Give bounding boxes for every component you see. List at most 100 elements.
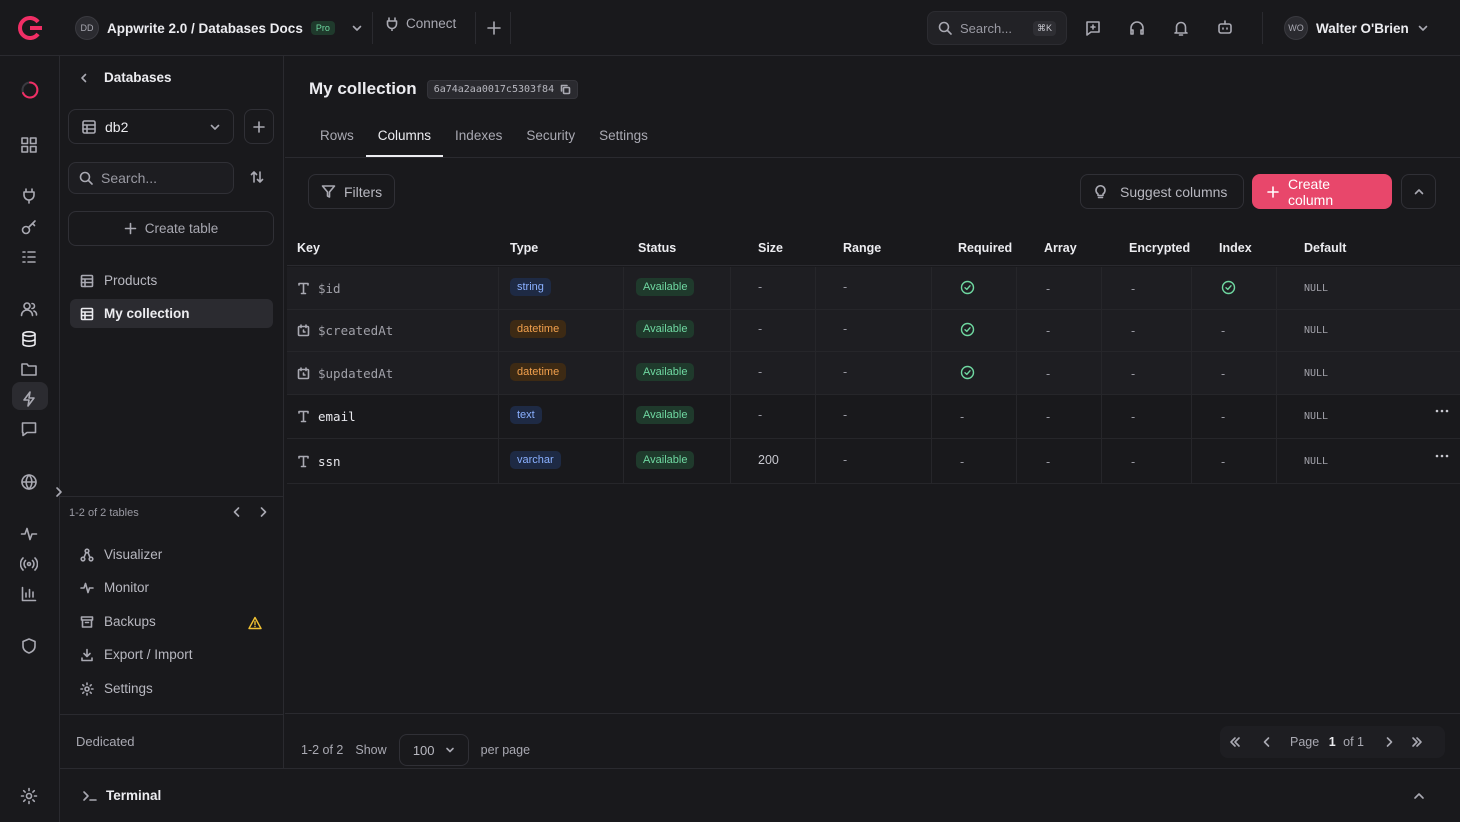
notifications-bell-icon[interactable] bbox=[1172, 19, 1190, 37]
required-check-icon bbox=[960, 365, 975, 380]
nav-backups[interactable]: Backups bbox=[80, 614, 156, 629]
column-key-created-at[interactable]: $createdAt bbox=[297, 323, 393, 338]
nav-monitor[interactable]: Monitor bbox=[80, 580, 149, 595]
connect-button[interactable]: Connect bbox=[385, 16, 456, 31]
size-value: - bbox=[758, 365, 763, 379]
shield-icon[interactable] bbox=[20, 637, 40, 657]
chevron-up-icon[interactable] bbox=[1412, 789, 1426, 803]
database-select[interactable]: db2 bbox=[68, 109, 234, 144]
tab-rows[interactable]: Rows bbox=[308, 127, 366, 157]
first-page-icon[interactable] bbox=[1228, 735, 1242, 749]
global-search[interactable]: Search... ⌘K bbox=[927, 11, 1067, 45]
column-header-key[interactable]: Key bbox=[297, 241, 320, 255]
back-to-databases[interactable]: Databases bbox=[78, 70, 172, 85]
project-switcher[interactable]: DD Appwrite 2.0 / Databases Docs Pro bbox=[75, 16, 363, 40]
suggest-columns-button[interactable]: Suggest columns bbox=[1080, 174, 1244, 209]
key-icon[interactable] bbox=[20, 218, 40, 238]
column-divider bbox=[1276, 352, 1277, 395]
table-row[interactable]: email text Available - - - - - - NULL bbox=[287, 395, 1460, 439]
nav-export-import[interactable]: Export / Import bbox=[80, 647, 193, 662]
table-row[interactable]: ssn varchar Available 200 - - - - - NULL bbox=[287, 439, 1460, 484]
column-header-default[interactable]: Default bbox=[1304, 241, 1346, 255]
tab-security[interactable]: Security bbox=[514, 127, 587, 157]
sort-arrows-icon[interactable] bbox=[249, 169, 265, 185]
column-key-updated-at[interactable]: $updatedAt bbox=[297, 366, 393, 381]
chevron-down-icon bbox=[445, 745, 455, 755]
tab-columns[interactable]: Columns bbox=[365, 127, 444, 157]
table-row[interactable]: $createdAt datetime Available - - - - - NULL bbox=[287, 310, 1460, 352]
column-header-status[interactable]: Status bbox=[638, 241, 676, 255]
filters-button[interactable]: Filters bbox=[308, 174, 396, 209]
column-key-ssn[interactable]: ssn bbox=[297, 454, 341, 469]
column-divider bbox=[730, 352, 731, 395]
nav-settings[interactable]: Settings bbox=[80, 681, 153, 696]
table-row[interactable]: $updatedAt datetime Available - - - - - NULL bbox=[287, 352, 1460, 395]
create-column-button[interactable]: Create column bbox=[1252, 174, 1392, 209]
collection-id-badge[interactable]: 6a74a2aa0017c5303f84 bbox=[426, 79, 579, 99]
add-database-button[interactable] bbox=[244, 109, 274, 144]
column-divider bbox=[1016, 395, 1017, 439]
column-header-required[interactable]: Required bbox=[958, 241, 1012, 255]
create-table-button[interactable]: Create table bbox=[68, 211, 274, 246]
status-label: Available bbox=[636, 406, 695, 424]
prev-page-icon[interactable] bbox=[1260, 735, 1274, 749]
column-header-array[interactable]: Array bbox=[1044, 241, 1077, 255]
column-divider bbox=[1016, 352, 1017, 395]
chevron-left-icon[interactable] bbox=[230, 505, 244, 519]
table-item-my-collection[interactable]: My collection bbox=[70, 299, 273, 328]
table-item-products[interactable]: Products bbox=[70, 266, 273, 295]
appwrite-logo-icon[interactable] bbox=[16, 14, 44, 42]
row-actions-more-icon[interactable] bbox=[1434, 403, 1450, 419]
range-value: - bbox=[843, 408, 848, 422]
globe-icon[interactable] bbox=[20, 473, 40, 493]
page-indicator: Page 1 of 1 bbox=[1290, 735, 1364, 749]
tab-indexes[interactable]: Indexes bbox=[443, 127, 514, 157]
plug-icon[interactable] bbox=[20, 187, 40, 207]
column-header-size[interactable]: Size bbox=[758, 241, 783, 255]
row-actions-more-icon[interactable] bbox=[1434, 448, 1450, 464]
nav-visualizer[interactable]: Visualizer bbox=[80, 547, 162, 562]
list-tasks-icon[interactable] bbox=[20, 248, 40, 268]
per-page-select[interactable]: 100 bbox=[398, 734, 469, 766]
page-title: My collection bbox=[309, 79, 417, 98]
user-menu[interactable]: WO Walter O'Brien bbox=[1284, 16, 1429, 40]
folder-icon[interactable] bbox=[20, 360, 40, 380]
next-page-icon[interactable] bbox=[1382, 735, 1396, 749]
terminal-panel[interactable]: Terminal bbox=[60, 768, 1460, 822]
chevron-right-icon[interactable] bbox=[256, 505, 270, 519]
activity-pulse-icon[interactable] bbox=[20, 525, 40, 545]
table-search-input[interactable]: Search... bbox=[68, 162, 234, 194]
column-divider bbox=[498, 352, 499, 395]
divider bbox=[60, 714, 284, 715]
overview-grid-icon[interactable] bbox=[20, 136, 40, 156]
column-divider bbox=[815, 439, 816, 484]
collapse-toolbar-button[interactable] bbox=[1401, 174, 1436, 209]
column-divider bbox=[815, 267, 816, 310]
column-header-type[interactable]: Type bbox=[510, 241, 538, 255]
last-page-icon[interactable] bbox=[1410, 735, 1424, 749]
calendar-icon bbox=[297, 324, 310, 337]
database-icon[interactable] bbox=[20, 330, 40, 350]
column-header-range[interactable]: Range bbox=[843, 241, 881, 255]
type-label: datetime bbox=[510, 320, 567, 338]
realtime-broadcast-icon[interactable] bbox=[20, 555, 40, 575]
users-icon[interactable] bbox=[20, 300, 40, 320]
table-row[interactable]: $id string Available - - - - NULL bbox=[287, 267, 1460, 310]
functions-bolt-icon[interactable] bbox=[20, 390, 40, 410]
copy-icon[interactable] bbox=[560, 84, 571, 95]
terminal-toggle[interactable]: Terminal bbox=[82, 788, 161, 803]
settings-gear-icon[interactable] bbox=[20, 787, 40, 807]
column-header-encrypted[interactable]: Encrypted bbox=[1129, 241, 1190, 255]
column-header-index[interactable]: Index bbox=[1219, 241, 1252, 255]
messaging-icon[interactable] bbox=[20, 420, 40, 440]
array-value: - bbox=[1046, 282, 1051, 296]
tab-settings[interactable]: Settings bbox=[587, 127, 660, 157]
add-icon[interactable] bbox=[486, 20, 502, 36]
assistant-bot-icon[interactable] bbox=[1216, 19, 1234, 37]
column-key-id[interactable]: $id bbox=[297, 281, 341, 296]
feedback-icon[interactable] bbox=[1084, 19, 1102, 37]
usage-chart-icon[interactable] bbox=[20, 585, 40, 605]
table-grid-icon bbox=[80, 307, 94, 321]
support-headset-icon[interactable] bbox=[1128, 19, 1146, 37]
column-key-email[interactable]: email bbox=[297, 409, 356, 424]
